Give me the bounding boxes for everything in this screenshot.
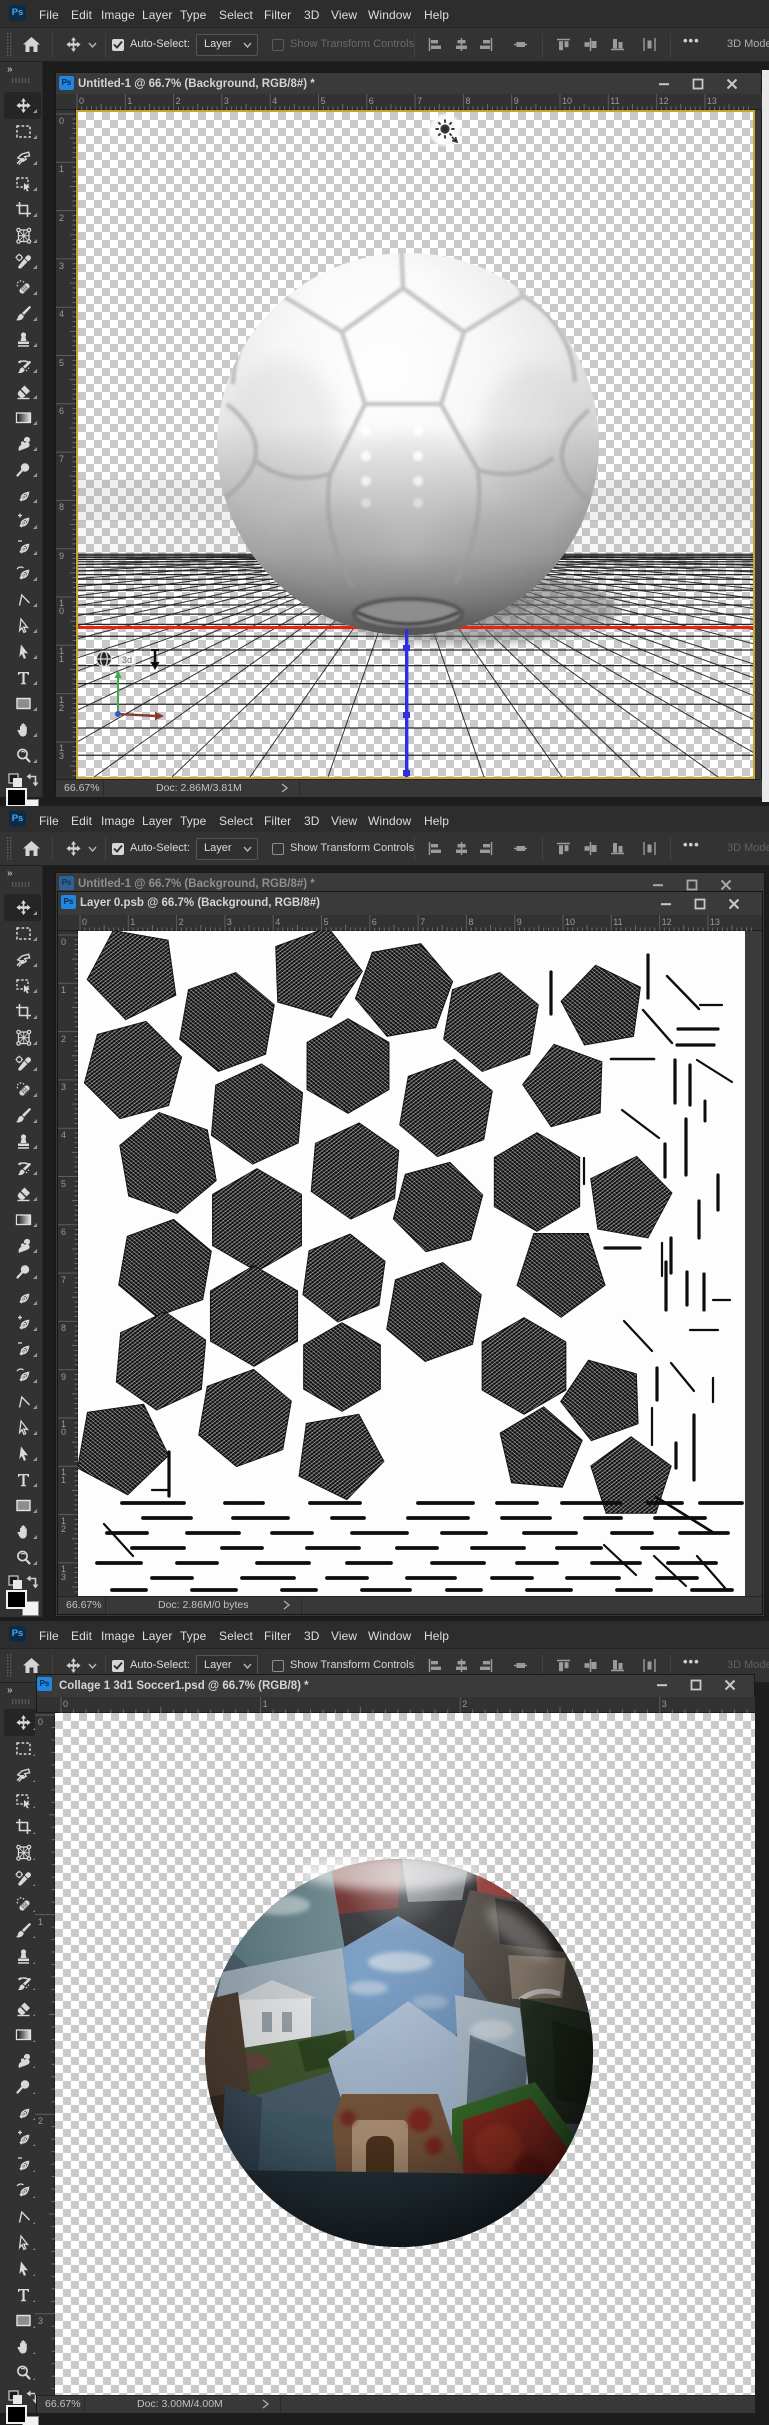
svg-text:3d: 3d	[122, 655, 132, 665]
